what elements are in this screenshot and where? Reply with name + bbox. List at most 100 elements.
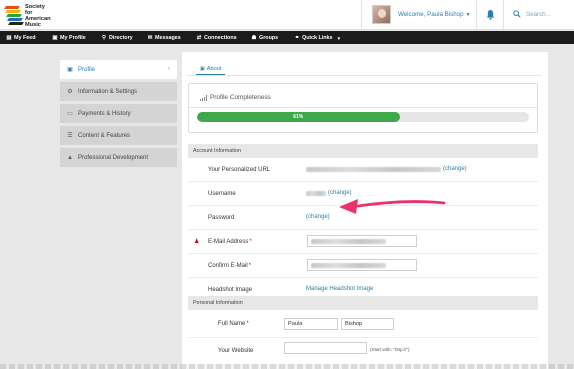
- main-nav: ▤ My Feed ▣ My Profile ⚲ Directory ✉ Message…: [0, 31, 574, 44]
- search-icon: ⚲: [101, 35, 107, 41]
- email-field[interactable]: [307, 235, 417, 247]
- confirm-email-label-text: Confirm E-Mail: [208, 263, 248, 269]
- sidebar-item-label: Content & Features: [78, 132, 131, 139]
- last-name-field[interactable]: Bishop: [341, 318, 394, 330]
- notifications[interactable]: [476, 0, 503, 30]
- nav-label: My Profile: [60, 35, 86, 41]
- website-field[interactable]: [284, 342, 367, 354]
- profile-card-icon: ▣: [67, 67, 73, 73]
- tab-label: About: [206, 65, 222, 72]
- redacted-url: [306, 166, 441, 172]
- sidebar-item-profile[interactable]: ▣ Profile ›: [60, 60, 177, 79]
- personal-info-header: Personal Information: [188, 296, 538, 310]
- change-url-link[interactable]: (change): [443, 166, 467, 172]
- sidebar-item-payments-history[interactable]: ▭ Payments & History: [60, 104, 177, 123]
- nav-my-profile[interactable]: ▣ My Profile: [52, 34, 86, 42]
- first-name-field[interactable]: Paula: [284, 318, 338, 330]
- caret-down-icon: ▼: [336, 35, 342, 41]
- avatar[interactable]: [372, 5, 391, 24]
- search-box[interactable]: [503, 0, 574, 30]
- nav-label: Connections: [204, 35, 237, 41]
- manage-headshot-link[interactable]: Manage Headshot Image: [306, 286, 373, 292]
- headshot-value: Manage Headshot Image: [306, 286, 373, 292]
- profile-panel: ▣ About Profile Completeness 61% Account …: [182, 52, 548, 369]
- nav-messages[interactable]: ✉ Messages: [147, 34, 181, 42]
- change-password-link[interactable]: (change): [306, 214, 330, 220]
- user-menu[interactable]: Welcome, Paula Bishop ▼: [361, 0, 476, 30]
- nav-quick-links[interactable]: ⚭ Quick Links ▼: [294, 34, 341, 42]
- sidebar-item-label: Payments & History: [78, 110, 131, 117]
- list-icon: ☰: [67, 133, 73, 139]
- change-username-link[interactable]: (change): [328, 190, 352, 196]
- search-icon: [513, 10, 521, 18]
- completeness-title: Profile Completeness: [200, 94, 271, 101]
- row-personalized-url: Your Personalized URL (change): [188, 158, 538, 182]
- nav-groups[interactable]: ☗ Groups: [251, 34, 279, 42]
- user-alert-icon: ♟: [194, 239, 200, 245]
- email-label-text: E-Mail Address: [208, 239, 249, 245]
- sidebar-item-label: Information & Settings: [78, 88, 138, 95]
- nav-label: My Feed: [14, 35, 36, 41]
- redacted-email: [311, 238, 386, 244]
- username-label: Username: [208, 191, 236, 197]
- graduation-cap-icon: ▲: [67, 154, 73, 161]
- website-hint: (Start with: "http://"): [370, 347, 410, 352]
- welcome-text: Welcome, Paula Bishop: [398, 11, 464, 18]
- sidebar-item-label: Profile: [78, 66, 96, 73]
- row-email: ♟ E-Mail Address*: [188, 230, 538, 254]
- account-info-header: Account Information: [188, 144, 538, 158]
- sidebar-item-content-features[interactable]: ☰ Content & Features: [60, 126, 177, 145]
- nav-directory[interactable]: ⚲ Directory: [101, 34, 133, 42]
- logo-text: Society for American Music: [25, 4, 51, 28]
- groups-icon: ☗: [251, 35, 257, 41]
- nav-label: Directory: [109, 35, 133, 41]
- email-label: E-Mail Address*: [208, 239, 294, 245]
- required-mark: *: [248, 263, 252, 269]
- password-label: Password: [208, 215, 235, 221]
- bell-icon[interactable]: [486, 9, 495, 20]
- nav-connections[interactable]: ⇄ Connections: [196, 34, 237, 42]
- chevron-right-icon: ›: [168, 66, 170, 72]
- payment-icon: ▭: [67, 111, 73, 117]
- info-icon: ▣: [200, 65, 205, 72]
- url-label: Your Personalized URL: [208, 167, 271, 173]
- search-input[interactable]: [526, 9, 572, 20]
- tab-about[interactable]: ▣ About: [196, 63, 226, 75]
- confirm-email-field[interactable]: [307, 259, 417, 271]
- welcome-dropdown[interactable]: Welcome, Paula Bishop ▼: [398, 11, 471, 18]
- url-value: (change): [306, 166, 467, 172]
- fullname-label-text: Full Name: [218, 321, 246, 327]
- required-mark: *: [246, 321, 249, 327]
- row-confirm-email: Confirm E-Mail*: [188, 254, 538, 278]
- connections-icon: ⇄: [196, 35, 202, 41]
- sidebar-item-label: Professional Development: [78, 154, 149, 161]
- tab-divider: [187, 75, 542, 76]
- required-mark: *: [249, 239, 252, 245]
- settings-sidebar: ▣ Profile › ⚙ Information & Settings ▭ Paym…: [60, 60, 177, 170]
- profile-completeness-card: Profile Completeness 61%: [188, 83, 538, 133]
- footer-strip: [0, 364, 574, 369]
- nav-label: Messages: [155, 35, 181, 41]
- envelope-icon: ✉: [147, 35, 153, 41]
- sidebar-item-professional-development[interactable]: ▲ Professional Development: [60, 148, 177, 167]
- confirm-email-label: Confirm E-Mail*: [208, 263, 294, 269]
- row-website: Your Website (Start with: "http://"): [188, 339, 538, 365]
- card-divider: [189, 107, 537, 108]
- caret-down-icon: ▼: [465, 12, 471, 18]
- gears-icon: ⚙: [67, 89, 73, 95]
- top-header: Society for American Music Welcome, Paul…: [0, 0, 574, 30]
- redacted-confirm-email: [311, 262, 386, 268]
- nav-my-feed[interactable]: ▤ My Feed: [6, 34, 36, 42]
- sidebar-item-information-settings[interactable]: ⚙ Information & Settings: [60, 82, 177, 101]
- link-icon: ⚭: [294, 35, 300, 41]
- profile-icon: ▣: [52, 35, 58, 41]
- site-logo[interactable]: Society for American Music: [3, 3, 57, 28]
- username-value: (change): [306, 190, 352, 196]
- row-password: Password (change): [188, 206, 538, 230]
- signal-bars-icon: [200, 94, 207, 101]
- completeness-title-text: Profile Completeness: [210, 94, 271, 101]
- feed-icon: ▤: [6, 35, 12, 41]
- completeness-progress-bar: 61%: [197, 112, 529, 122]
- row-username: Username (change): [188, 182, 538, 206]
- nav-label: Quick Links: [302, 35, 333, 41]
